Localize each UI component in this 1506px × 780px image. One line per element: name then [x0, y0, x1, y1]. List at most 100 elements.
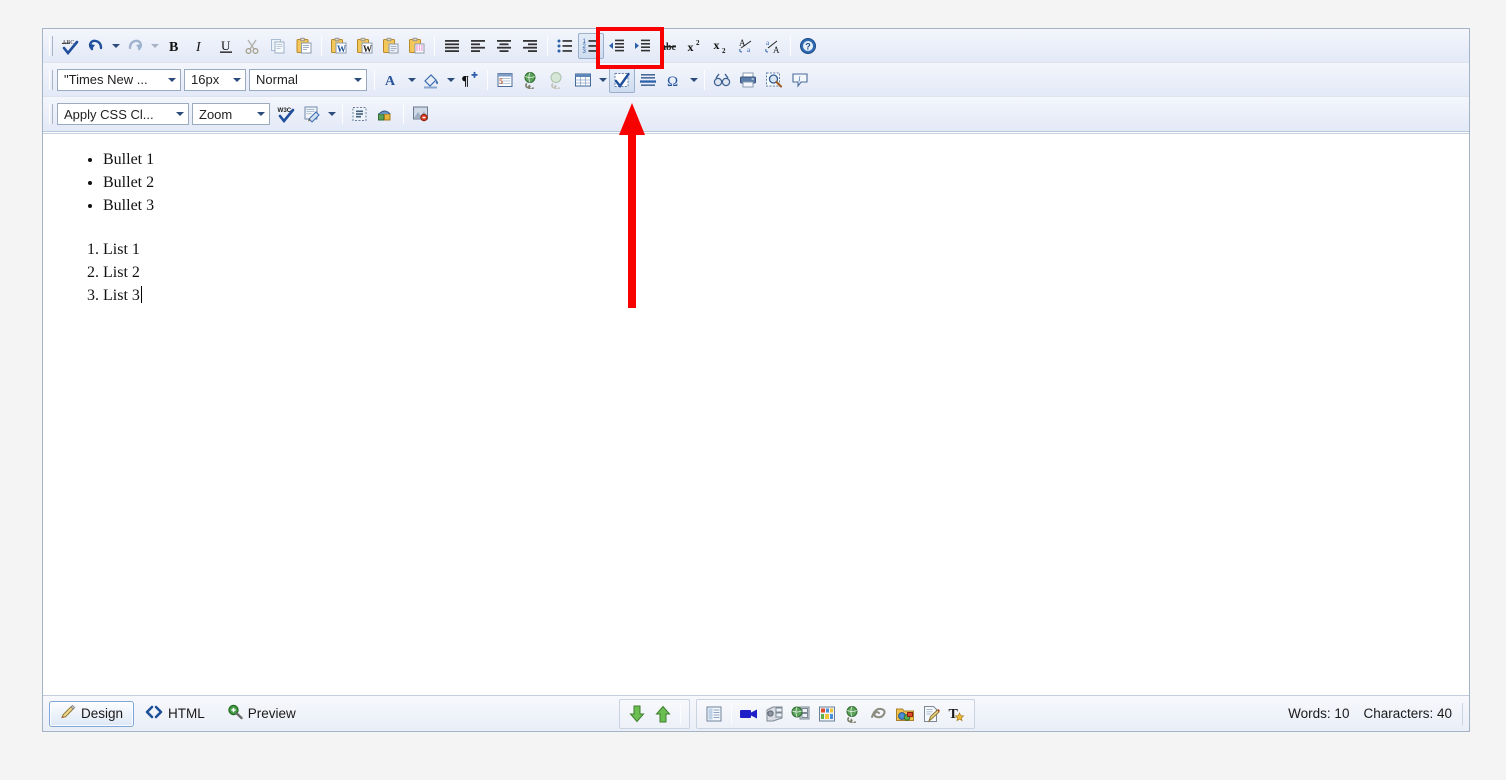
paste-from-word-icon[interactable]: W — [326, 33, 352, 59]
properties-icon[interactable] — [701, 701, 727, 727]
tab-html[interactable]: HTML — [134, 701, 216, 727]
help-icon[interactable]: ? — [795, 33, 821, 59]
insert-table-chevron-down-icon[interactable] — [596, 67, 609, 93]
bullet-list[interactable]: Bullet 1 Bullet 2 Bullet 3 — [61, 148, 1451, 218]
zoom-chevron-down-icon[interactable] — [253, 104, 269, 124]
spell-check-icon[interactable]: ABC — [57, 33, 83, 59]
foreground-color-chevron-down-icon[interactable] — [405, 67, 418, 93]
copy-icon[interactable] — [265, 33, 291, 59]
indent-icon[interactable] — [630, 33, 656, 59]
font-name-value: "Times New ... — [64, 72, 148, 87]
list-item[interactable]: List 1 — [103, 238, 1451, 261]
list-item[interactable]: Bullet 3 — [103, 194, 1451, 217]
flash-manager-icon[interactable] — [814, 701, 840, 727]
redo-dropdown-chevron-down-icon[interactable] — [148, 33, 161, 59]
editor-content-area[interactable]: Bullet 1 Bullet 2 Bullet 3 List 1 List 2… — [43, 133, 1469, 731]
toolbar-separator — [374, 69, 375, 90]
to-lowercase-icon[interactable]: A a — [734, 33, 760, 59]
image-manager-icon[interactable] — [892, 701, 918, 727]
insert-symbol-chevron-down-icon[interactable] — [687, 67, 700, 93]
redo-icon[interactable] — [122, 33, 148, 59]
font-name-chevron-down-icon[interactable] — [164, 70, 180, 90]
foreground-color-icon[interactable]: A — [379, 67, 405, 93]
silverlight-manager-icon[interactable] — [866, 701, 892, 727]
xhtml-validator-icon[interactable]: W3C — [273, 101, 299, 127]
zoom-value: Zoom — [199, 106, 233, 122]
background-color-icon[interactable] — [418, 67, 444, 93]
insert-table-icon[interactable] — [570, 67, 596, 93]
insert-form-element-icon[interactable]: 5 — [492, 67, 518, 93]
font-name-select[interactable]: "Times New ... — [57, 68, 181, 91]
zoom-preview-icon[interactable] — [761, 67, 787, 93]
cut-icon[interactable] — [239, 33, 265, 59]
numbered-list-icon[interactable]: 123 — [578, 32, 604, 59]
link-manager-icon[interactable] — [788, 701, 814, 727]
paragraph-style-chevron-down-icon[interactable] — [350, 70, 366, 90]
align-left-icon[interactable] — [465, 33, 491, 59]
align-center-icon[interactable] — [491, 33, 517, 59]
underline-icon[interactable]: U — [213, 33, 239, 59]
toolbar-grip[interactable] — [49, 104, 53, 124]
about-icon[interactable]: i — [787, 67, 813, 93]
to-uppercase-icon[interactable]: a A — [760, 33, 786, 59]
paste-from-word-no-font-icon[interactable]: W — [352, 33, 378, 59]
align-right-icon[interactable] — [517, 33, 543, 59]
image-map-editor-icon[interactable] — [408, 101, 434, 127]
media-manager-icon[interactable] — [736, 701, 762, 727]
print-icon[interactable] — [735, 67, 761, 93]
toolbar-separator — [342, 104, 343, 124]
toolbar-separator — [790, 35, 791, 56]
numbered-list[interactable]: List 1 List 2 List 3 — [61, 238, 1451, 308]
tab-design[interactable]: Design — [49, 700, 135, 727]
list-item[interactable]: List 3 — [103, 284, 1451, 307]
justify-full-icon[interactable] — [439, 33, 465, 59]
tab-preview[interactable]: Preview — [216, 701, 307, 727]
list-item[interactable]: Bullet 2 — [103, 171, 1451, 194]
format-stripper-icon[interactable]: ¶ — [457, 67, 483, 93]
font-size-select[interactable]: 16px — [184, 68, 246, 91]
list-item[interactable]: List 2 — [103, 261, 1451, 284]
toolbar-grip[interactable] — [49, 69, 53, 90]
superscript-icon[interactable]: x 2 — [682, 33, 708, 59]
move-down-icon[interactable] — [624, 701, 650, 727]
template-manager-icon[interactable] — [299, 101, 325, 127]
find-replace-icon[interactable] — [709, 67, 735, 93]
insert-link-icon[interactable] — [518, 67, 544, 93]
zoom-select[interactable]: Zoom — [192, 103, 270, 125]
statusbar-center-tools: T — [307, 698, 1288, 729]
paste-icon[interactable] — [291, 33, 317, 59]
bullet-list-icon[interactable] — [552, 33, 578, 59]
bold-icon[interactable]: B — [161, 33, 187, 59]
subscript-icon[interactable]: x 2 — [708, 33, 734, 59]
paragraph-style-select[interactable]: Normal — [249, 68, 367, 91]
hyperlink-manager-icon[interactable] — [840, 701, 866, 727]
undo-dropdown-chevron-down-icon[interactable] — [109, 33, 122, 59]
italic-icon[interactable]: I — [187, 33, 213, 59]
insert-horizontal-rule-icon[interactable] — [635, 67, 661, 93]
apply-css-class-select[interactable]: Apply CSS Cl... — [57, 103, 189, 125]
template-manager-chevron-down-icon[interactable] — [325, 101, 338, 127]
paste-as-html-icon[interactable] — [404, 33, 430, 59]
strikethrough-icon[interactable]: abc — [656, 33, 682, 59]
move-up-icon[interactable] — [650, 701, 676, 727]
toolbar-grip[interactable] — [49, 35, 53, 56]
background-color-chevron-down-icon[interactable] — [444, 67, 457, 93]
svg-text:I: I — [195, 40, 202, 55]
font-size-chevron-down-icon[interactable] — [229, 70, 245, 90]
document-manager-icon[interactable] — [762, 701, 788, 727]
toggle-borders-icon[interactable] — [609, 66, 635, 93]
document-body[interactable]: Bullet 1 Bullet 2 Bullet 3 List 1 List 2… — [43, 134, 1469, 321]
list-item[interactable]: Bullet 1 — [103, 148, 1451, 171]
tab-html-label: HTML — [168, 706, 205, 721]
module-manager-icon[interactable] — [373, 101, 399, 127]
remove-link-icon[interactable] — [544, 67, 570, 93]
paste-plain-text-icon[interactable] — [378, 33, 404, 59]
apply-css-class-chevron-down-icon[interactable] — [172, 104, 188, 124]
template-star-icon[interactable]: T — [944, 701, 970, 727]
edit-document-icon[interactable] — [918, 701, 944, 727]
outdent-icon[interactable] — [604, 33, 630, 59]
undo-icon[interactable] — [83, 33, 109, 59]
insert-symbol-icon[interactable]: Ω — [661, 67, 687, 93]
select-all-icon[interactable] — [347, 101, 373, 127]
